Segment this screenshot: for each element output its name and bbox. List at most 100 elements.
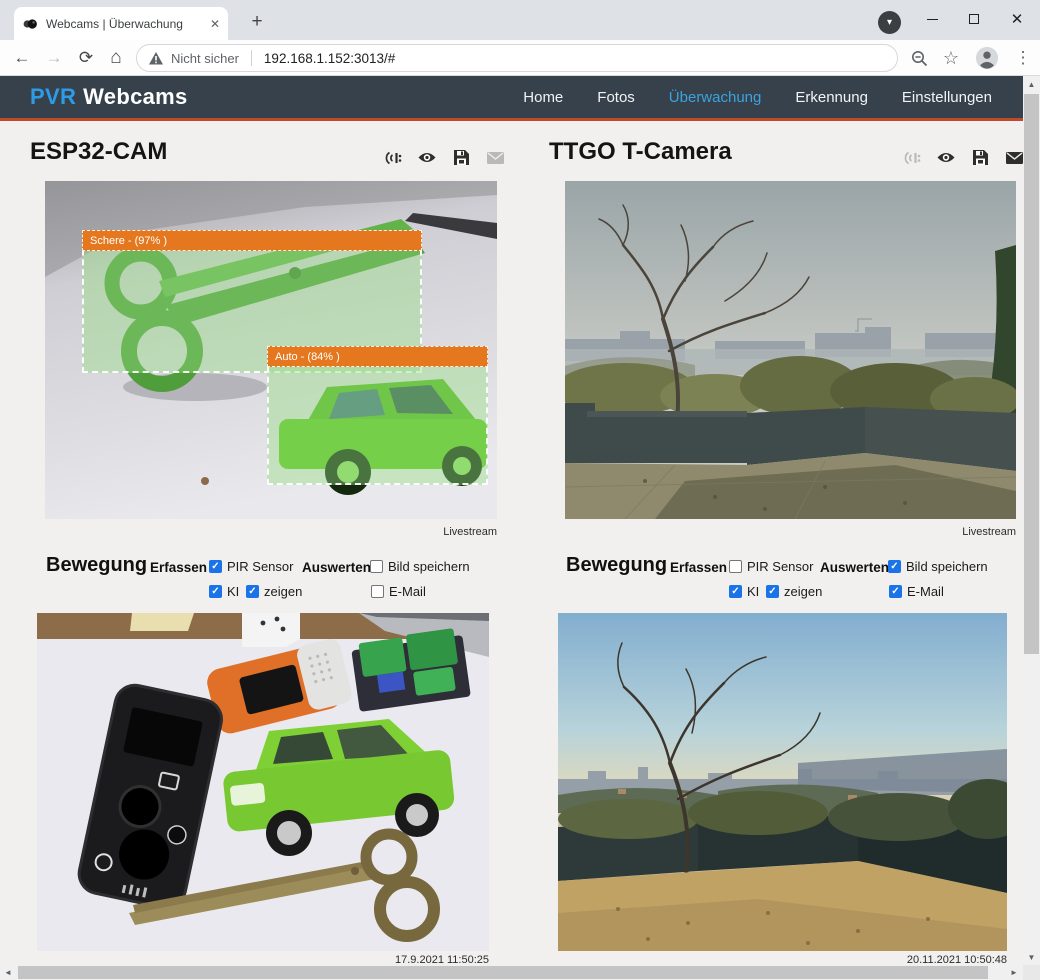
maximize-button[interactable] xyxy=(953,0,995,38)
checkbox-label: Bild speichern xyxy=(906,559,988,574)
save-icon[interactable] xyxy=(971,149,989,166)
scroll-down-icon[interactable]: ▼ xyxy=(1023,951,1040,963)
save-icon[interactable] xyxy=(452,149,470,166)
email-icon[interactable] xyxy=(1005,149,1023,166)
nav-item-ueberwachung[interactable]: Überwachung xyxy=(652,89,779,106)
ttgo-snapshot-image xyxy=(558,613,1007,951)
checkbox-label: KI xyxy=(227,584,239,599)
checkbox-ki-esp32[interactable]: ✓ KI xyxy=(209,584,239,599)
ttgo-snapshot-caption: 20.11.2021 10:50:48 xyxy=(558,954,1007,965)
email-icon[interactable] xyxy=(486,149,504,166)
url-text: 192.168.1.152:3013/# xyxy=(264,51,395,66)
profile-avatar[interactable] xyxy=(975,46,999,70)
checkbox-box[interactable]: ✓ xyxy=(729,585,742,598)
brand-secondary: Webcams xyxy=(83,84,187,109)
omnibox-divider xyxy=(251,50,252,66)
detection-label-schere: Schere - (97% ) xyxy=(82,230,422,251)
checkbox-box[interactable] xyxy=(370,560,383,573)
capture-label-esp32: Erfassen xyxy=(150,560,207,575)
webcam-favicon-icon xyxy=(22,16,38,32)
nav-item-home[interactable]: Home xyxy=(506,89,580,106)
esp32-snapshot-caption: 17.9.2021 11:50:25 xyxy=(37,954,489,965)
checkbox-zeigen-esp32[interactable]: ✓ zeigen xyxy=(246,584,302,599)
nav-links: Home Fotos Überwachung Erkennung Einstel… xyxy=(506,89,1023,106)
camera-actions-esp32 xyxy=(384,149,504,166)
preview-eye-icon[interactable] xyxy=(418,149,436,166)
minimize-button[interactable] xyxy=(911,0,953,38)
checkbox-box[interactable] xyxy=(729,560,742,573)
ttgo-livestream-image xyxy=(565,181,1016,519)
checkbox-box[interactable]: ✓ xyxy=(246,585,259,598)
vertical-scrollbar[interactable]: ▲ ▼ xyxy=(1023,76,1040,965)
checkbox-box[interactable]: ✓ xyxy=(766,585,779,598)
check-icon: ✓ xyxy=(890,562,898,572)
home-button[interactable]: ⌂ xyxy=(102,44,130,72)
capture-label-ttgo: Erfassen xyxy=(670,560,727,575)
vertical-scroll-thumb[interactable] xyxy=(1024,94,1039,654)
tab-close-icon[interactable]: ✕ xyxy=(210,17,220,31)
horizontal-scroll-thumb[interactable] xyxy=(18,966,988,979)
checkbox-label: Bild speichern xyxy=(388,559,470,574)
scroll-right-icon[interactable]: ► xyxy=(1008,965,1020,980)
checkbox-pir-esp32[interactable]: ✓ PIR Sensor xyxy=(209,559,293,574)
reload-button[interactable]: ⟳ xyxy=(72,44,100,72)
checkbox-label: PIR Sensor xyxy=(747,559,813,574)
ttgo-live-scene xyxy=(565,181,1016,519)
camera-title-ttgo: TTGO T-Camera xyxy=(549,138,732,166)
checkbox-box[interactable]: ✓ xyxy=(209,585,222,598)
nav-item-fotos[interactable]: Fotos xyxy=(580,89,652,106)
checkbox-bild-ttgo[interactable]: ✓ Bild speichern xyxy=(888,559,988,574)
site-brand[interactable]: PVRWebcams xyxy=(30,84,188,110)
esp32-livestream-caption: Livestream xyxy=(45,526,497,538)
check-icon: ✓ xyxy=(211,562,219,572)
checkbox-pir-ttgo[interactable]: PIR Sensor xyxy=(729,559,813,574)
bookmark-star-icon[interactable]: ☆ xyxy=(939,46,963,70)
scroll-left-icon[interactable]: ◄ xyxy=(2,965,14,980)
checkbox-email-esp32[interactable]: E-Mail xyxy=(371,584,426,599)
nav-item-erkennung[interactable]: Erkennung xyxy=(778,89,885,106)
check-icon: ✓ xyxy=(211,587,219,597)
checkbox-box[interactable]: ✓ xyxy=(889,585,902,598)
checkbox-bild-esp32[interactable]: Bild speichern xyxy=(370,559,470,574)
checkbox-zeigen-ttgo[interactable]: ✓ zeigen xyxy=(766,584,822,599)
browser-menu-icon[interactable]: ⋮ xyxy=(1011,46,1035,70)
checkbox-label: KI xyxy=(747,584,759,599)
ttgo-snapshot-scene xyxy=(558,613,1007,951)
checkbox-ki-ttgo[interactable]: ✓ KI xyxy=(729,584,759,599)
esp32-snapshot-image xyxy=(37,613,489,951)
browser-update-icon[interactable]: ▾ xyxy=(878,11,901,34)
site-navbar: PVRWebcams Home Fotos Überwachung Erkenn… xyxy=(0,76,1023,121)
esp32-livestream-image: Schere - (97% ) Auto - (84% ) xyxy=(45,181,497,519)
check-icon: ✓ xyxy=(731,587,739,597)
pir-signal-icon[interactable] xyxy=(384,149,402,166)
address-bar[interactable]: Nicht sicher 192.168.1.152:3013/# xyxy=(136,44,898,72)
horizontal-scrollbar[interactable]: ◄ ► xyxy=(0,965,1023,980)
page-content: PVRWebcams Home Fotos Überwachung Erkenn… xyxy=(0,76,1023,965)
new-tab-button[interactable]: + xyxy=(244,9,270,35)
preview-eye-icon[interactable] xyxy=(937,149,955,166)
checkbox-box[interactable]: ✓ xyxy=(209,560,222,573)
checkbox-label: zeigen xyxy=(264,584,302,599)
evaluate-label-ttgo: Auswerten xyxy=(820,560,889,575)
camera-actions-ttgo xyxy=(903,149,1023,166)
detection-box-auto: Auto - (84% ) xyxy=(267,346,488,485)
scrollbar-corner xyxy=(1023,965,1040,980)
nav-item-einstellungen[interactable]: Einstellungen xyxy=(885,89,1009,106)
close-button[interactable]: ✕ xyxy=(996,0,1038,38)
checkbox-label: E-Mail xyxy=(907,584,944,599)
forward-button[interactable]: → xyxy=(40,44,68,72)
scroll-up-icon[interactable]: ▲ xyxy=(1023,78,1040,90)
pir-signal-icon[interactable] xyxy=(903,149,921,166)
zoom-out-icon[interactable] xyxy=(907,46,931,70)
motion-heading-ttgo: Bewegung xyxy=(566,554,667,577)
motion-heading-esp32: Bewegung xyxy=(46,554,147,577)
checkbox-email-ttgo[interactable]: ✓ E-Mail xyxy=(889,584,944,599)
back-button[interactable]: ← xyxy=(8,44,36,72)
detection-label-auto: Auto - (84% ) xyxy=(267,346,488,367)
tab-strip: Webcams | Überwachung ✕ + ▾ ✕ xyxy=(0,0,1040,40)
maximize-icon xyxy=(969,14,979,24)
browser-tab[interactable]: Webcams | Überwachung ✕ xyxy=(14,7,228,40)
checkbox-box[interactable] xyxy=(371,585,384,598)
checkbox-box[interactable]: ✓ xyxy=(888,560,901,573)
camera-title-esp32: ESP32-CAM xyxy=(30,138,167,166)
